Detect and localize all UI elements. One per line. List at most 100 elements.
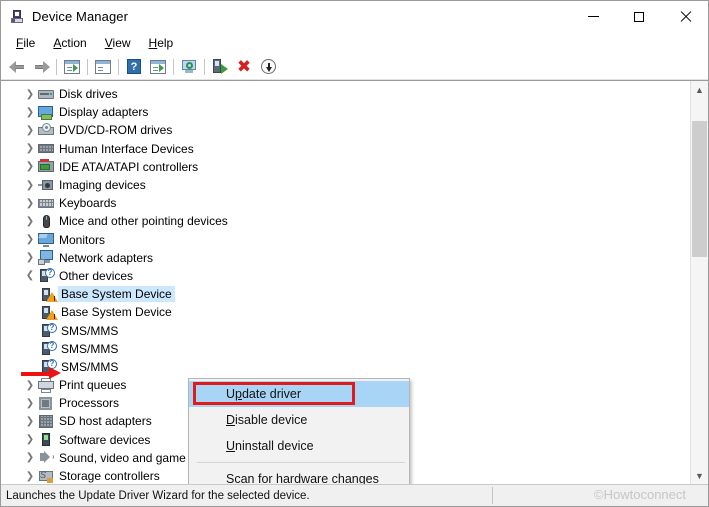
chevron-right-icon[interactable]: ❯ [23,178,37,192]
maximize-icon [634,11,644,22]
tree-item-other-devices[interactable]: ❮ ? Other devices [1,267,690,285]
toolbar-separator [118,58,119,75]
tree-item-sms-mms-3[interactable]: ? SMS/MMS [1,358,690,376]
status-divider [492,487,493,504]
show-hide-console-tree-button[interactable] [60,56,84,78]
tree-item-display-adapters[interactable]: ❯ Display adapters [1,103,690,121]
tree-item-disk-drives[interactable]: ❯ Disk drives [1,85,690,103]
vertical-scrollbar[interactable]: ▲ ▼ [690,81,708,484]
context-menu-item-update-driver[interactable]: Update driver [189,381,409,407]
disk-drive-icon [38,87,54,102]
tree-item-sms-mms-1[interactable]: ? SMS/MMS [1,321,690,339]
monitor-icon [38,232,54,248]
scrollbar-thumb[interactable] [692,121,707,257]
chevron-right-icon[interactable]: ❯ [23,414,37,428]
storage-controller-icon: S [38,469,54,484]
context-menu-item-uninstall-device[interactable]: Uninstall device [189,433,409,459]
window-title: Device Manager [32,9,129,24]
tree-item-base-system-device-selected[interactable]: Base System Device [1,285,690,303]
tree-item-ide-ata-atapi-controllers[interactable]: ❯ IDE ATA/ATAPI controllers [1,158,690,176]
tree-item-human-interface-devices[interactable]: ❯ Human Interface Devices [1,140,690,158]
chevron-down-icon[interactable]: ❮ [23,269,37,283]
scan-for-hardware-changes-label: Scan for hardware changes [226,472,379,484]
tree-item-label: Imaging devices [59,178,146,193]
tree-item-dvd-cdrom-drives[interactable]: ❯ DVD/CD-ROM drives [1,121,690,139]
toolbar-separator [87,58,88,75]
chevron-right-icon[interactable]: ❯ [23,142,37,156]
scan-for-hardware-changes-button[interactable] [177,56,201,78]
chevron-right-icon[interactable]: ❯ [23,378,37,392]
display-adapter-icon [38,105,54,120]
window-controls [570,1,708,32]
title-bar: Device Manager [1,1,708,32]
update-driver-button[interactable] [208,56,232,78]
tree-item-label: SD host adapters [59,414,152,429]
chevron-right-icon[interactable]: ❯ [23,160,37,174]
menu-file[interactable]: File [7,34,44,52]
back-button[interactable] [5,56,29,78]
show-hide-action-pane-button[interactable] [146,56,170,78]
tree-item-keyboards[interactable]: ❯ Keyboards [1,194,690,212]
status-message: Launches the Update Driver Wizard for th… [6,489,310,502]
scroll-up-button[interactable]: ▲ [691,81,708,98]
forward-button[interactable] [29,56,53,78]
mouse-icon [38,214,54,229]
disable-device-button[interactable] [256,56,280,78]
context-menu[interactable]: Update driver Disable device Uninstall d… [188,378,410,484]
device-manager-icon [9,9,25,25]
menu-help[interactable]: Help [140,34,183,52]
chevron-right-icon[interactable]: ❯ [23,469,37,483]
unknown-device-icon: ? [38,268,55,283]
tree-item-monitors[interactable]: ❯ Monitors [1,231,690,249]
tree-item-sms-mms-2[interactable]: ? SMS/MMS [1,340,690,358]
sd-host-icon [38,414,54,429]
chevron-right-icon[interactable]: ❯ [23,123,37,137]
chevron-right-icon[interactable]: ❯ [23,105,37,119]
show-hide-console-tree-icon [64,59,80,74]
annotation-arrow-icon [21,367,61,379]
properties-icon [95,59,111,74]
chevron-right-icon[interactable]: ❯ [23,396,37,410]
close-icon [680,11,691,22]
tree-item-network-adapters[interactable]: ❯ Network adapters [1,249,690,267]
chevron-right-icon[interactable]: ❯ [23,433,37,447]
help-button[interactable]: ? [122,56,146,78]
warning-device-icon [40,305,58,320]
device-tree[interactable]: ❯ Disk drives ❯ Display adapters ❯ DVD/C… [1,81,690,484]
chevron-right-icon[interactable]: ❯ [23,251,37,265]
menu-help-rest: elp [157,36,174,50]
tree-item-label: Display adapters [59,105,149,120]
chevron-right-icon[interactable]: ❯ [23,87,37,101]
chevron-right-icon[interactable]: ❯ [23,233,37,247]
back-arrow-icon [8,60,26,73]
menu-action[interactable]: Action [44,34,95,52]
context-menu-item-scan-for-hardware-changes[interactable]: Scan for hardware changes [189,466,409,484]
properties-button[interactable] [91,56,115,78]
printer-icon [38,377,54,393]
uninstall-device-icon: ✖ [236,56,252,77]
menu-view[interactable]: View [96,34,140,52]
tree-item-label: IDE ATA/ATAPI controllers [59,159,199,174]
context-menu-item-disable-device[interactable]: Disable device [189,407,409,433]
chevron-right-icon[interactable]: ❯ [23,196,37,210]
uninstall-device-button[interactable]: ✖ [232,56,256,78]
tree-item-base-system-device[interactable]: Base System Device [1,303,690,321]
dvd-drive-icon [38,122,54,138]
update-driver-icon [212,59,228,74]
disable-device-icon [260,59,276,74]
tree-item-imaging-devices[interactable]: ❯ Imaging devices [1,176,690,194]
maximize-button[interactable] [616,1,662,32]
close-button[interactable] [662,1,708,32]
uninstall-device-label: Uninstall device [226,439,314,453]
chevron-right-icon[interactable]: ❯ [23,214,37,228]
minimize-button[interactable] [570,1,616,32]
sound-icon [38,450,54,465]
toolbar-separator [173,58,174,75]
unknown-device-icon: ? [40,341,57,356]
menu-view-rest: iew [112,36,131,50]
status-bar: Launches the Update Driver Wizard for th… [1,484,708,506]
tree-item-mice-and-other-pointing-devices[interactable]: ❯ Mice and other pointing devices [1,212,690,230]
show-hide-action-pane-icon [150,59,166,74]
scroll-down-button[interactable]: ▼ [691,467,708,484]
chevron-right-icon[interactable]: ❯ [23,451,37,465]
